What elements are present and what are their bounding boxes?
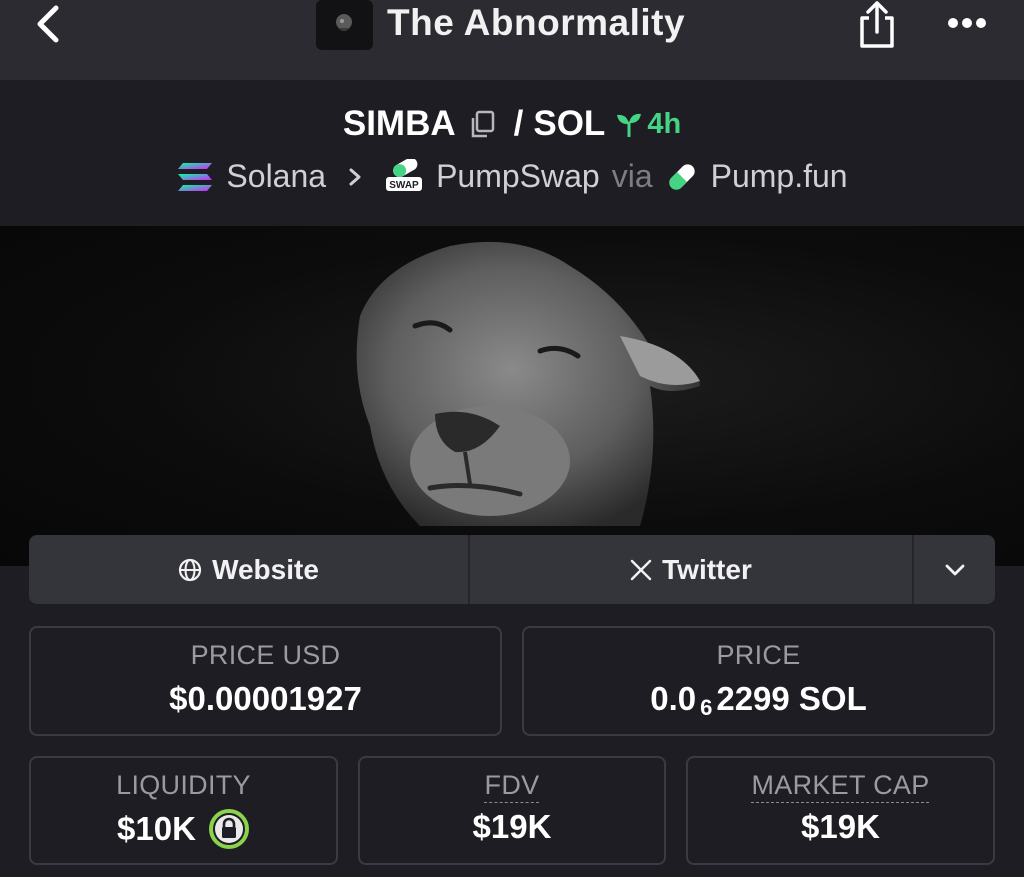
launchpad-link[interactable]: Pump.fun xyxy=(711,158,848,195)
market-cap-amount: $19K xyxy=(801,808,880,845)
price-usd-label: PRICE USD xyxy=(190,640,341,670)
share-button[interactable] xyxy=(854,0,900,50)
price-sol-label: PRICE xyxy=(716,640,801,670)
pair-age-badge: 4h xyxy=(615,108,681,141)
lock-icon[interactable] xyxy=(208,808,250,850)
chain-breadcrumb: Solana SWAP PumpSwap via Pump.fun xyxy=(0,158,1024,195)
top-nav-bar: The Abnormality xyxy=(0,0,1024,80)
price-sol-card: PRICE 0.0 6 2299 SOL xyxy=(522,626,995,736)
pair-separator: / xyxy=(513,104,524,143)
svg-text:SWAP: SWAP xyxy=(389,180,419,191)
via-label: via xyxy=(611,158,653,194)
solana-logo-icon xyxy=(178,162,213,191)
website-label: Website xyxy=(212,553,319,585)
fdv-card: FDV $19K xyxy=(358,756,666,865)
pair-age: 4h xyxy=(647,107,682,140)
fdv-amount: $19K xyxy=(472,808,552,845)
pumpswap-logo-icon: SWAP xyxy=(386,158,423,191)
base-token-symbol: SIMBA xyxy=(342,104,456,143)
price-usd-value: $0.00001927 xyxy=(31,680,500,718)
share-icon xyxy=(860,1,894,48)
chevron-left-icon xyxy=(37,5,59,43)
lion-portrait-image xyxy=(356,241,700,526)
fdv-label[interactable]: FDV xyxy=(485,770,540,800)
liquidity-card: LIQUIDITY $10K xyxy=(29,756,338,865)
pumpfun-logo-icon xyxy=(668,163,695,190)
copy-icon[interactable] xyxy=(468,109,496,139)
back-button[interactable] xyxy=(30,4,70,44)
price-sol-zero-count: 6 xyxy=(700,695,713,720)
pair-line: SIMBA / SOL 4h xyxy=(0,104,1024,144)
social-links-bar: Website Twitter xyxy=(29,535,995,604)
more-options-button[interactable] xyxy=(944,12,990,34)
market-cap-value: $19K xyxy=(688,808,993,846)
globe-icon xyxy=(178,558,202,581)
twitter-label: Twitter xyxy=(662,553,752,585)
token-banner-image xyxy=(0,226,1024,566)
quote-token-symbol: SOL xyxy=(533,104,606,143)
liquidity-amount: $10K xyxy=(117,810,196,847)
liquidity-label: LIQUIDITY xyxy=(116,770,251,800)
chain-link[interactable]: Solana xyxy=(226,158,326,195)
market-cap-card: MARKET CAP $19K xyxy=(686,756,995,865)
market-cap-label[interactable]: MARKET CAP xyxy=(751,770,929,800)
ellipsis-icon xyxy=(948,18,986,28)
page-title: The Abnormality xyxy=(387,2,686,43)
more-links-dropdown[interactable] xyxy=(914,535,995,604)
price-usd-amount: $0.00001927 xyxy=(169,680,362,717)
website-button[interactable]: Website xyxy=(29,535,470,604)
dex-link[interactable]: PumpSwap xyxy=(436,158,600,195)
chevron-right-icon xyxy=(349,168,361,185)
sprout-icon xyxy=(617,113,642,137)
liquidity-value: $10K xyxy=(31,808,336,850)
price-sol-digits: 2299 SOL xyxy=(716,680,867,717)
token-avatar xyxy=(316,0,373,50)
fdv-value: $19K xyxy=(360,808,664,846)
price-sol-prefix: 0.0 xyxy=(650,680,697,717)
twitter-button[interactable]: Twitter xyxy=(470,535,914,604)
price-usd-card: PRICE USD $0.00001927 xyxy=(29,626,502,736)
price-sol-value: 0.0 6 2299 SOL xyxy=(524,680,993,720)
pair-header: SIMBA / SOL 4h Solana SWAP PumpSwap via … xyxy=(0,80,1024,226)
x-logo-icon xyxy=(630,559,652,580)
chevron-down-icon xyxy=(945,564,964,575)
